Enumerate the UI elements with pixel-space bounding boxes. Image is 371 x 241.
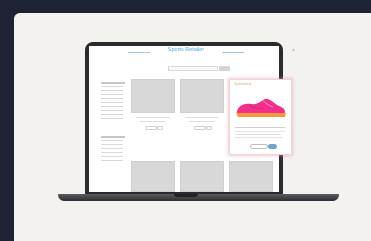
product-name-line [136,117,170,118]
search-button[interactable] [219,66,230,71]
product-button[interactable] [157,126,163,130]
product-button[interactable] [206,126,212,130]
product-image[interactable] [131,161,175,192]
popup-title: Sportswear [234,82,252,86]
product-button[interactable] [145,126,157,130]
header-rule-left [128,52,150,53]
product-image[interactable] [180,79,224,113]
laptop-notch [174,194,198,197]
sidebar-item[interactable] [101,110,123,111]
product-button[interactable] [194,126,206,130]
sidebar-item[interactable] [101,160,123,161]
close-icon[interactable]: × [292,48,295,54]
sidebar-heading [101,136,125,138]
popup-text-line [235,137,283,138]
sidebar-item[interactable] [101,148,123,149]
sidebar-item[interactable] [101,140,123,141]
sidebar-item[interactable] [101,90,123,91]
sidebar-item[interactable] [101,102,123,103]
product-name-line [185,117,219,118]
laptop-base [58,194,339,201]
sidebar-item[interactable] [101,94,123,95]
popup-text-line [235,134,281,135]
backdrop: Sports Retailer × Sportswear [0,0,371,241]
product-image[interactable] [229,161,273,192]
popup-divider [235,127,285,128]
sidebar-item[interactable] [101,86,123,87]
sidebar-item[interactable] [101,114,123,115]
sidebar-item[interactable] [101,106,123,107]
sidebar-heading [101,82,125,84]
search-input[interactable] [168,66,218,71]
shoe-image [236,98,286,117]
sidebar-item[interactable] [101,98,123,99]
app-title: Sports Retailer [167,47,205,53]
popup-text-line [235,131,285,132]
sidebar-item[interactable] [101,156,123,157]
popup-secondary-button[interactable] [250,144,268,149]
product-price-line [140,121,166,122]
header-rule-right [222,52,244,53]
popup-primary-button[interactable] [268,144,277,149]
sidebar-item[interactable] [101,144,123,145]
product-image[interactable] [180,161,224,192]
sidebar-item[interactable] [101,152,123,153]
product-image[interactable] [131,79,175,113]
sidebar-item[interactable] [101,118,123,119]
product-price-line [189,121,215,122]
